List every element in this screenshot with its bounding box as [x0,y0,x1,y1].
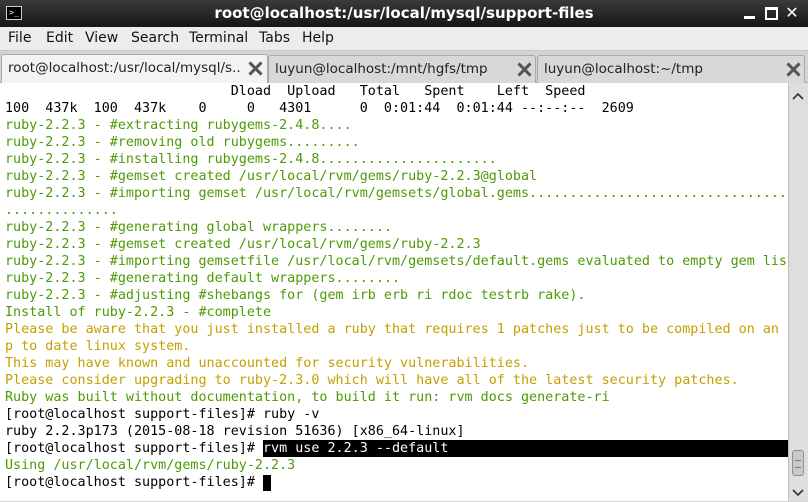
terminal-line: Using /usr/local/rvm/gems/ruby-2.2.3 [5,458,296,473]
close-tab-icon[interactable] [786,62,800,76]
maximize-icon[interactable] [761,4,781,22]
terminal-output[interactable]: Dload Upload Total Spent Left Speed 100 4… [0,83,788,501]
terminal-line: ruby-2.2.3 - #extracting rubygems-2.4.8.… [5,118,352,133]
tab-luyun-hgfs[interactable]: luyun@localhost:/mnt/hgfs/tmp [268,55,536,83]
menu-help[interactable]: Help [302,27,334,50]
close-tab-icon[interactable] [517,62,531,76]
terminal-line: Install of ruby-2.2.3 - #complete [5,305,272,320]
menu-tabs[interactable]: Tabs [259,27,290,50]
terminal-line: ruby-2.2.3 - #generating global wrappers… [5,220,392,235]
terminal-line: ruby-2.2.3 - #installing rubygems-2.4.8.… [5,152,497,167]
menu-search[interactable]: Search [131,27,179,50]
tab-label: root@localhost:/usr/local/mysql/s... [8,60,240,76]
terminal-line: Please be aware that you just installed … [5,322,788,337]
terminal-line: ruby-2.2.3 - #importing gemsetfile /usr/… [5,254,788,269]
minimize-icon[interactable] [740,4,760,22]
scrollbar-thumb[interactable] [792,450,804,476]
terminal-line: .............. [5,203,118,218]
terminal-line: Ruby was built without documentation, to… [5,390,610,405]
menu-bar: File Edit View Search Terminal Tabs Help [0,27,808,51]
tab-label: luyun@localhost:/mnt/hgfs/tmp [275,61,488,77]
terminal-line: ruby-2.2.3 - #adjusting #shebangs for (g… [5,288,586,303]
terminal-line: ruby-2.2.3 - #removing old rubygems.....… [5,135,360,150]
terminal-line: p to date linux system. [5,339,191,354]
terminal-line: [root@localhost support-files]# ruby -v [5,407,320,422]
tab-luyun-tmp[interactable]: luyun@localhost:~/tmp [537,55,805,83]
text-cursor [262,475,271,491]
menu-file[interactable]: File [8,27,31,50]
tab-label: luyun@localhost:~/tmp [544,61,703,77]
tab-root-mysql[interactable]: root@localhost:/usr/local/mysql/s... [1,54,268,83]
scroll-down-icon[interactable] [792,483,804,497]
window-title: root@localhost:/usr/local/mysql/support-… [214,4,594,22]
terminal-line: ruby-2.2.3 - #gemset created /usr/local/… [5,237,481,252]
terminal-line: This may have known and unaccounted for … [5,356,530,371]
close-icon[interactable]: ✕ [782,4,802,22]
terminal-line: Please consider upgrading to ruby-2.3.0 … [5,373,739,388]
terminal-line: ruby 2.2.3p173 (2015-08-18 revision 5163… [5,424,465,439]
selected-command-text[interactable]: rvm use 2.2.3 --default [262,440,788,457]
terminal-line: ruby-2.2.3 - #importing gemset /usr/loca… [5,186,788,201]
menu-terminal[interactable]: Terminal [189,27,248,50]
vertical-scrollbar[interactable] [788,83,808,501]
terminal-line: ruby-2.2.3 - #gemset created /usr/local/… [5,169,538,184]
menu-edit[interactable]: Edit [46,27,73,50]
scroll-up-icon[interactable] [792,88,804,100]
menu-view[interactable]: View [85,27,118,50]
terminal-line: Dload Upload Total Spent Left Speed [5,84,586,99]
terminal-line: [root@localhost support-files]# [5,474,271,491]
close-tab-icon[interactable] [248,61,262,75]
title-bar: >_ root@localhost:/usr/local/mysql/suppo… [0,0,808,27]
terminal-line: ruby-2.2.3 - #generating default wrapper… [5,271,401,286]
terminal-line: 100 437k 100 437k 0 0 4301 0 0:01:44 0:0… [5,101,634,116]
terminal-line: [root@localhost support-files]# rvm use … [5,440,788,457]
